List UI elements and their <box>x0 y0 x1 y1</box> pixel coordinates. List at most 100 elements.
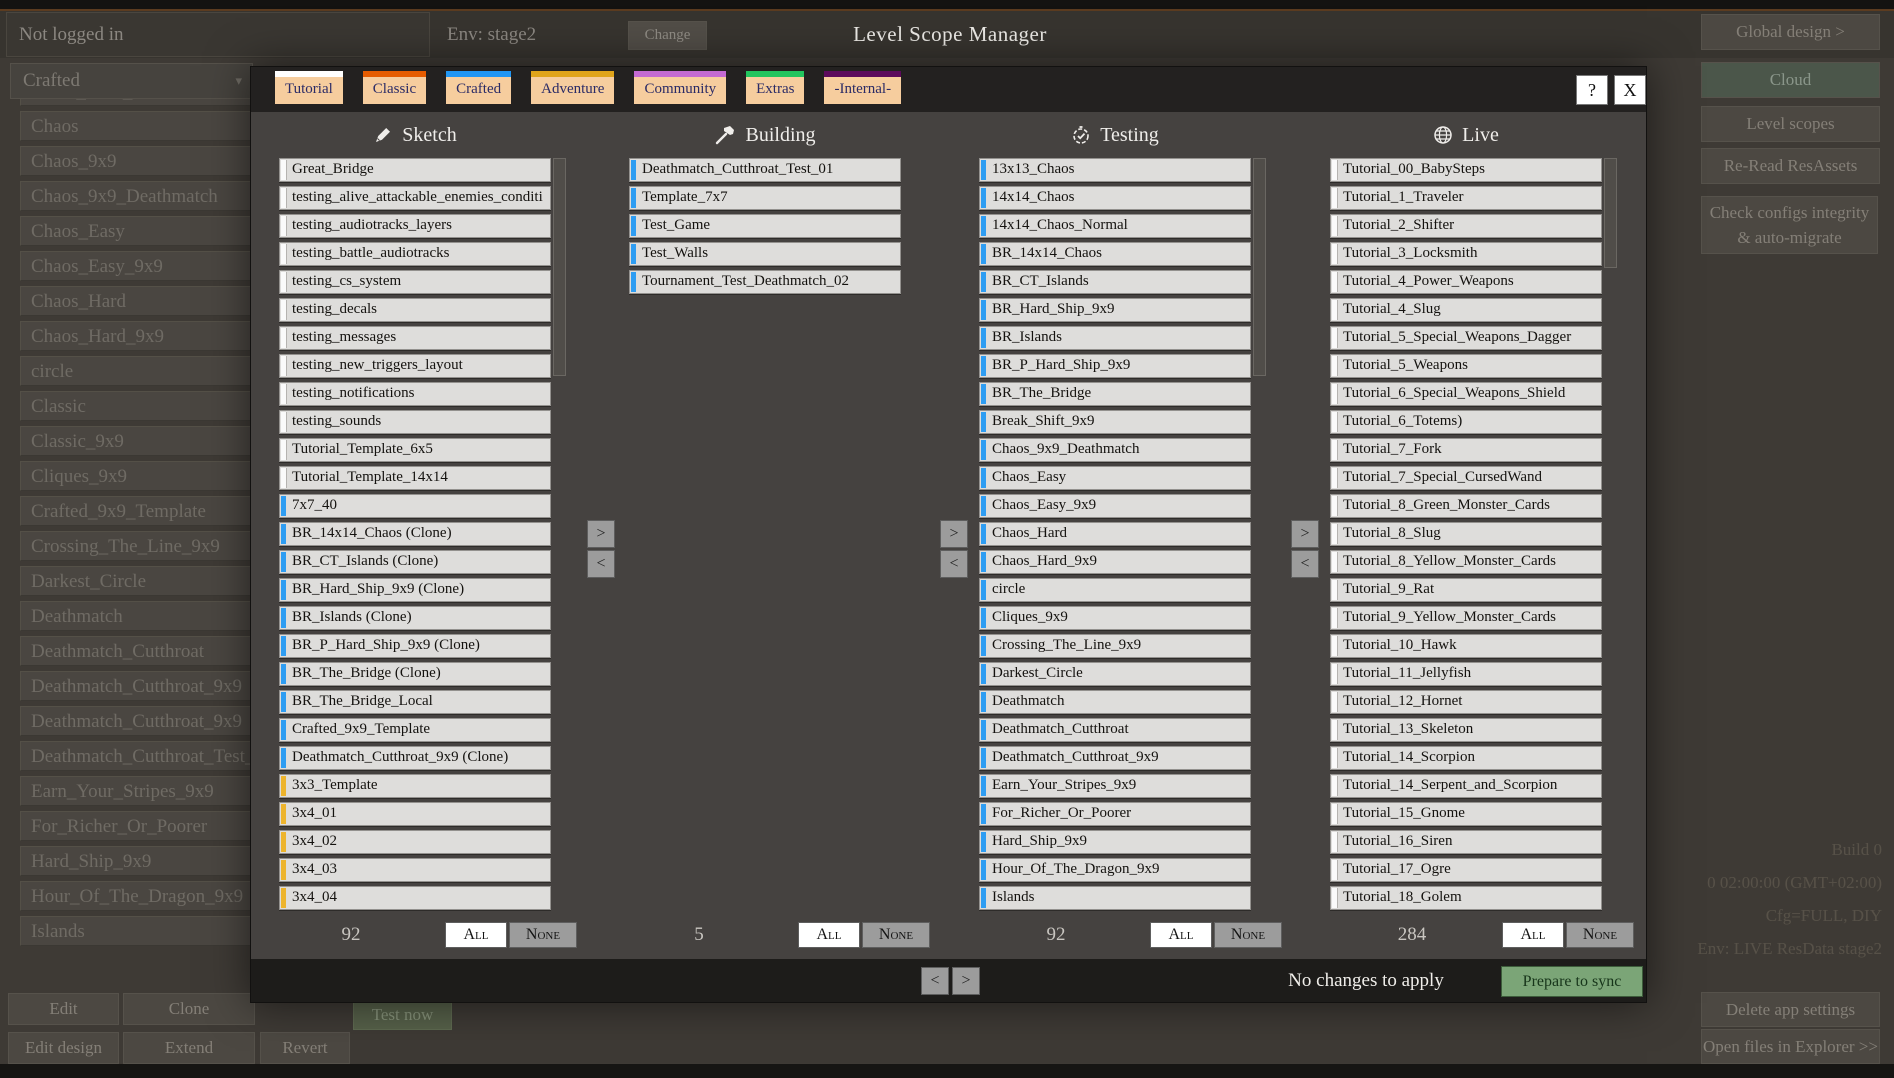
level-item[interactable]: Tutorial_12_Hornet <box>1330 690 1602 714</box>
level-item[interactable]: Chaos_Hard_9x9 <box>979 550 1251 574</box>
edit-button[interactable]: Edit <box>8 993 119 1025</box>
sidebar-level-item[interactable]: Chaos_Hard <box>20 286 253 316</box>
sidebar-level-item[interactable]: Chaos_Easy_9x9 <box>20 251 253 281</box>
level-filter-dropdown[interactable]: Crafted ▾ <box>10 63 253 99</box>
level-item[interactable]: testing_audiotracks_layers <box>279 214 551 238</box>
prepare-to-sync-button[interactable]: Prepare to sync <box>1501 966 1643 997</box>
level-item[interactable]: Tutorial_6_Special_Weapons_Shield <box>1330 382 1602 406</box>
level-item[interactable]: 3x4_02 <box>279 830 551 854</box>
level-item[interactable]: Tutorial_13_Skeleton <box>1330 718 1602 742</box>
level-item[interactable]: Tutorial_2_Shifter <box>1330 214 1602 238</box>
level-item[interactable]: Earn_Your_Stripes_9x9 <box>979 774 1251 798</box>
level-item[interactable]: testing_sounds <box>279 410 551 434</box>
level-item[interactable]: Tutorial_4_Slug <box>1330 298 1602 322</box>
check-configs-button[interactable]: Check configs integrity & auto-migrate <box>1701 196 1878 254</box>
building-select-none-button[interactable]: None <box>862 922 930 948</box>
level-item[interactable]: Tutorial_9_Yellow_Monster_Cards <box>1330 606 1602 630</box>
level-item[interactable]: Tutorial_15_Gnome <box>1330 802 1602 826</box>
history-forward-button[interactable]: > <box>952 967 980 995</box>
level-item[interactable]: Tutorial_5_Special_Weapons_Dagger <box>1330 326 1602 350</box>
sidebar-level-item[interactable]: Chaos_Easy <box>20 216 253 246</box>
global-design-button[interactable]: Global design > <box>1701 14 1880 50</box>
delete-app-settings-button[interactable]: Delete app settings <box>1701 992 1880 1027</box>
level-item[interactable]: BR_CT_Islands <box>979 270 1251 294</box>
level-item[interactable]: BR_Islands <box>979 326 1251 350</box>
sidebar-level-item[interactable]: Hour_Of_The_Dragon_9x9 <box>20 881 253 911</box>
scope-tab[interactable]: Classic <box>363 71 426 104</box>
level-item[interactable]: BR_14x14_Chaos (Clone) <box>279 522 551 546</box>
sidebar-level-item[interactable]: Classic_9x9 <box>20 426 253 456</box>
level-item[interactable]: Chaos_9x9_Deathmatch <box>979 438 1251 462</box>
level-item[interactable]: Cliques_9x9 <box>979 606 1251 630</box>
sidebar-level-item[interactable]: Islands <box>20 916 253 946</box>
level-item[interactable]: testing_battle_audiotracks <box>279 242 551 266</box>
level-item[interactable]: Tutorial_6_Totems) <box>1330 410 1602 434</box>
level-item[interactable]: BR_Islands (Clone) <box>279 606 551 630</box>
level-item[interactable]: BR_CT_Islands (Clone) <box>279 550 551 574</box>
level-item[interactable]: Tutorial_8_Slug <box>1330 522 1602 546</box>
level-item[interactable]: circle <box>979 578 1251 602</box>
level-item[interactable]: testing_cs_system <box>279 270 551 294</box>
level-item[interactable]: testing_notifications <box>279 382 551 406</box>
sidebar-level-item[interactable]: For_Richer_Or_Poorer <box>20 811 253 841</box>
login-status-box[interactable]: Not logged in <box>6 12 430 57</box>
level-item[interactable]: Tutorial_14_Serpent_and_Scorpion <box>1330 774 1602 798</box>
level-scopes-button[interactable]: Level scopes <box>1701 106 1880 142</box>
sidebar-level-item[interactable]: Chaos_Hard_9x9 <box>20 321 253 351</box>
level-item[interactable]: BR_The_Bridge (Clone) <box>279 662 551 686</box>
sidebar-level-item[interactable]: circle <box>20 356 253 386</box>
level-item[interactable]: Crafted_9x9_Template <box>279 718 551 742</box>
level-item[interactable]: BR_Hard_Ship_9x9 <box>979 298 1251 322</box>
sidebar-level-item[interactable]: Deathmatch_Cutthroat_9x9 <box>20 706 253 736</box>
sidebar-level-item[interactable]: Deathmatch_Cutthroat_Test_01 <box>20 741 253 771</box>
level-item[interactable]: 14x14_Chaos <box>979 186 1251 210</box>
level-item[interactable]: Tutorial_7_Special_CursedWand <box>1330 466 1602 490</box>
level-item[interactable]: Tutorial_10_Hawk <box>1330 634 1602 658</box>
level-item[interactable]: Chaos_Easy <box>979 466 1251 490</box>
level-item[interactable]: Tutorial_Template_6x5 <box>279 438 551 462</box>
extend-button[interactable]: Extend <box>123 1032 255 1064</box>
level-item[interactable]: BR_The_Bridge_Local <box>279 690 551 714</box>
level-item[interactable]: Hour_Of_The_Dragon_9x9 <box>979 858 1251 882</box>
sidebar-level-item[interactable]: Classic <box>20 391 253 421</box>
level-item[interactable]: Tutorial_16_Siren <box>1330 830 1602 854</box>
sidebar-level-item[interactable]: Deathmatch_Cutthroat <box>20 636 253 666</box>
move-right-button[interactable]: > <box>940 520 968 548</box>
scope-tab[interactable]: Community <box>634 71 726 104</box>
level-item[interactable]: 13x13_Chaos <box>979 158 1251 182</box>
clone-button[interactable]: Clone <box>123 993 255 1025</box>
level-item[interactable]: 14x14_Chaos_Normal <box>979 214 1251 238</box>
sidebar-level-item[interactable]: Earn_Your_Stripes_9x9 <box>20 776 253 806</box>
open-files-explorer-button[interactable]: Open files in Explorer >> <box>1701 1029 1880 1064</box>
level-item[interactable]: For_Richer_Or_Poorer <box>979 802 1251 826</box>
scope-tab[interactable]: -Internal- <box>824 71 901 104</box>
level-item[interactable]: 3x4_04 <box>279 886 551 910</box>
test-now-button[interactable]: Test now <box>353 999 452 1030</box>
level-item[interactable]: testing_alive_attackable_enemies_conditi <box>279 186 551 210</box>
level-item[interactable]: Tutorial_9_Rat <box>1330 578 1602 602</box>
sketch-scrollbar[interactable] <box>553 158 566 376</box>
sidebar-level-item[interactable]: Cliques_9x9 <box>20 461 253 491</box>
sidebar-level-item[interactable]: Chaos_9x9 <box>20 146 253 176</box>
move-right-button[interactable]: > <box>1291 520 1319 548</box>
level-item[interactable]: 3x4_01 <box>279 802 551 826</box>
edit-design-button[interactable]: Edit design <box>8 1032 119 1064</box>
level-item[interactable]: Tutorial_8_Green_Monster_Cards <box>1330 494 1602 518</box>
level-item[interactable]: Crossing_The_Line_9x9 <box>979 634 1251 658</box>
sidebar-level-item[interactable]: Crafted_9x9_Template <box>20 496 253 526</box>
cloud-button[interactable]: Cloud <box>1701 62 1880 98</box>
sketch-select-none-button[interactable]: None <box>509 922 577 948</box>
scope-tab[interactable]: Crafted <box>446 71 511 104</box>
level-item[interactable]: Tutorial_14_Scorpion <box>1330 746 1602 770</box>
level-item[interactable]: Tutorial_18_Golem <box>1330 886 1602 910</box>
level-item[interactable]: BR_P_Hard_Ship_9x9 <box>979 354 1251 378</box>
level-item[interactable]: Tutorial_7_Fork <box>1330 438 1602 462</box>
sketch-select-all-button[interactable]: All <box>445 922 507 948</box>
level-item[interactable]: BR_14x14_Chaos <box>979 242 1251 266</box>
move-left-button[interactable]: < <box>587 550 615 578</box>
level-item[interactable]: testing_decals <box>279 298 551 322</box>
building-select-all-button[interactable]: All <box>798 922 860 948</box>
level-item[interactable]: Test_Walls <box>629 242 901 266</box>
level-item[interactable]: Deathmatch_Cutthroat <box>979 718 1251 742</box>
live-scrollbar[interactable] <box>1604 158 1617 268</box>
